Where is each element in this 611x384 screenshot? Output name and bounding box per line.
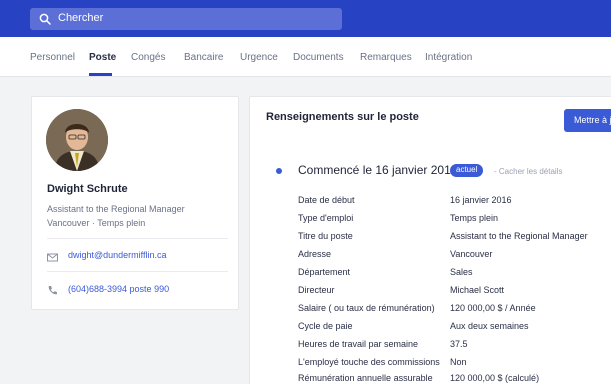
detail-value: 16 janvier 2016 xyxy=(450,195,512,205)
employee-name: Dwight Schrute xyxy=(47,183,128,195)
employee-title: Assistant to the Regional Manager xyxy=(47,204,185,214)
phone-icon xyxy=(48,286,57,295)
detail-label: Titre du poste xyxy=(298,231,353,241)
detail-label: Adresse xyxy=(298,249,332,259)
tab-integration[interactable]: Intégration xyxy=(425,52,472,63)
phone-link[interactable]: (604)688-3994 poste 990 xyxy=(68,284,169,294)
hide-details-link[interactable]: - Cacher les détails xyxy=(494,167,562,176)
detail-value: Assistant to the Regional Manager xyxy=(450,231,588,241)
update-button[interactable]: Mettre à jour xyxy=(564,109,611,132)
timeline-dot xyxy=(276,168,282,174)
section-title: Renseignements sur le poste xyxy=(266,111,419,123)
period-title: Commencé le 16 janvier 2016 xyxy=(298,163,458,177)
detail-value: Aux deux semaines xyxy=(450,321,529,331)
detail-value: 120 000,00 $ / Année xyxy=(450,303,536,313)
tab-bancaire[interactable]: Bancaire xyxy=(184,52,223,63)
detail-value: Michael Scott xyxy=(450,285,505,295)
detail-label: Type d'emploi xyxy=(298,213,354,223)
detail-value: Temps plein xyxy=(450,213,499,223)
detail-label: Cycle de paie xyxy=(298,321,353,331)
tab-remarques[interactable]: Remarques xyxy=(360,52,412,63)
position-card: Renseignements sur le poste Mettre à jou… xyxy=(249,96,611,384)
tab-bar: Personnel Poste Congés Bancaire Urgence … xyxy=(0,37,611,77)
avatar-image xyxy=(46,109,108,171)
detail-value: Vancouver xyxy=(450,249,493,259)
tab-poste[interactable]: Poste xyxy=(89,52,116,63)
employee-location: Vancouver · Temps plein xyxy=(47,218,146,228)
profile-card: Dwight Schrute Assistant to the Regional… xyxy=(31,96,239,310)
detail-value: Non xyxy=(450,357,467,367)
top-bar: Chercher xyxy=(0,0,611,37)
detail-label: Département xyxy=(298,267,351,277)
tab-documents[interactable]: Documents xyxy=(293,52,344,63)
detail-value: 37.5 xyxy=(450,339,468,349)
status-badge: actuel xyxy=(450,164,484,177)
detail-label: Heures de travail par semaine xyxy=(298,339,419,349)
avatar xyxy=(46,109,108,171)
detail-value: Sales xyxy=(450,267,473,277)
divider xyxy=(47,271,228,272)
mail-icon xyxy=(47,253,58,262)
active-tab-indicator xyxy=(89,73,112,76)
tab-conges[interactable]: Congés xyxy=(131,52,165,63)
search-placeholder: Chercher xyxy=(58,12,104,24)
detail-label: L'employé touche des commissions xyxy=(298,357,440,367)
email-link[interactable]: dwight@dundermifflin.ca xyxy=(68,250,167,260)
detail-label: Salaire ( ou taux de rémunération) xyxy=(298,303,435,313)
detail-label: Date de début xyxy=(298,195,355,205)
tab-urgence[interactable]: Urgence xyxy=(240,52,278,63)
search-input[interactable]: Chercher xyxy=(30,8,342,30)
detail-label: Directeur xyxy=(298,285,335,295)
detail-label: Rémunération annuelle assurable xyxy=(298,373,433,383)
divider xyxy=(47,238,228,239)
tab-personnel[interactable]: Personnel xyxy=(30,52,75,63)
detail-value: 120 000,00 $ (calculé) xyxy=(450,373,540,383)
search-icon xyxy=(39,13,51,25)
